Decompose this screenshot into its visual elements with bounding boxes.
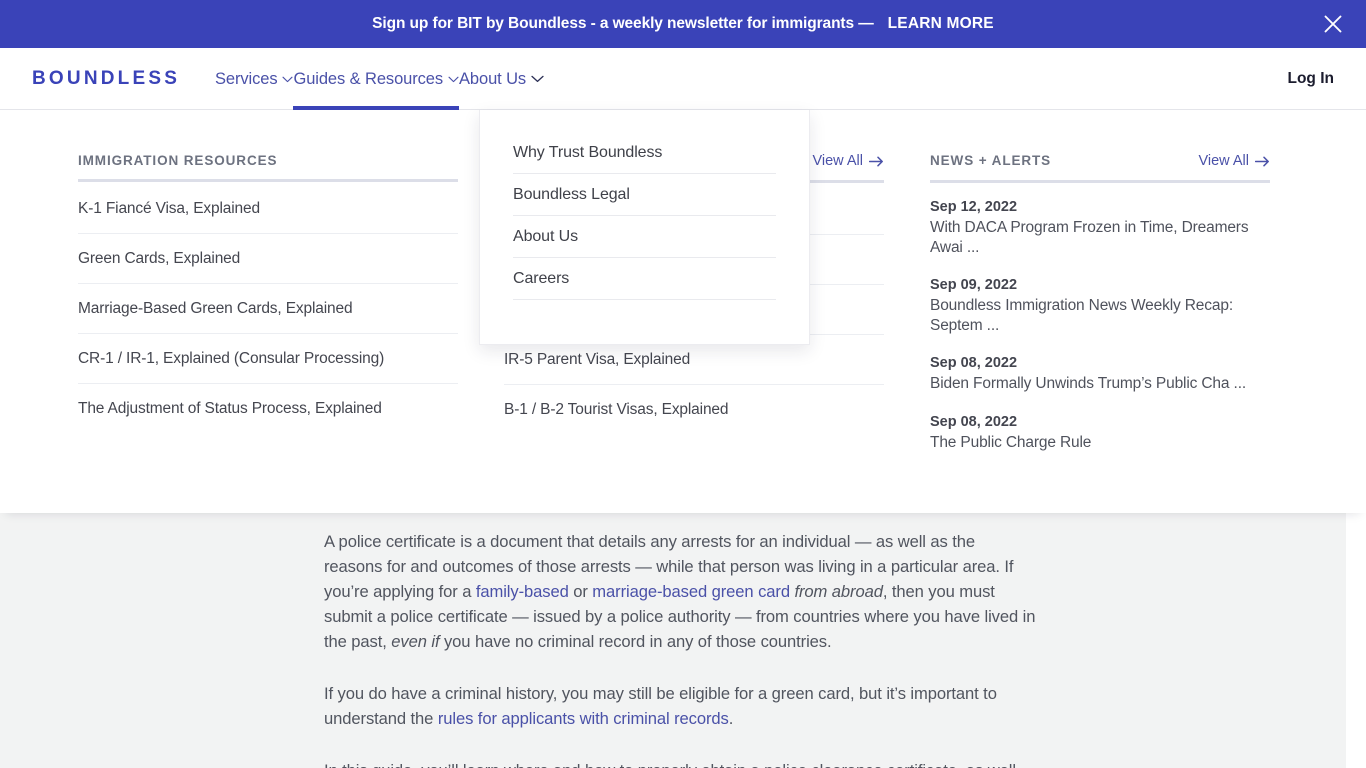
news-date: Sep 08, 2022	[930, 413, 1018, 430]
nav-item-guides-resources[interactable]: Guides & Resources	[293, 48, 459, 110]
nav-label-services: Services	[215, 69, 278, 88]
announcement-learn-more-link[interactable]: LEARN MORE	[888, 15, 994, 33]
view-all-news-label: View All	[1198, 153, 1249, 169]
column-divider	[78, 179, 458, 182]
megamenu-column-news-alerts: NEWS + ALERTS View All Sep 12, 2022 With…	[930, 153, 1270, 458]
column-title-news-alerts: NEWS + ALERTS	[930, 153, 1052, 168]
chevron-down-icon	[448, 76, 459, 83]
article-paragraph-3: In this guide, you’ll learn where and ho…	[324, 758, 1036, 768]
article-paragraph-1: A police certificate is a document that …	[324, 529, 1036, 654]
view-all-link-news[interactable]: View All	[1198, 153, 1270, 169]
nav-label-about-us: About Us	[459, 69, 527, 88]
megamenu-link-adjustment-of-status[interactable]: The Adjustment of Status Process, Explai…	[78, 384, 458, 433]
view-all-label: View All	[812, 153, 863, 169]
about-us-dropdown: Why Trust Boundless Boundless Legal Abou…	[479, 110, 810, 345]
news-headline[interactable]: With DACA Program Frozen in Time, Dreame…	[930, 218, 1270, 257]
megamenu-link-marriage-based-green-cards[interactable]: Marriage-Based Green Cards, Explained	[78, 284, 458, 334]
dropdown-item-boundless-legal[interactable]: Boundless Legal	[513, 174, 776, 216]
chevron-down-icon	[531, 75, 544, 83]
news-headline[interactable]: The Public Charge Rule	[930, 433, 1270, 453]
site-header: BOUNDLESS Services Guides & Resources Ab…	[0, 48, 1366, 110]
megamenu-column-immigration-resources: IMMIGRATION RESOURCES K-1 Fiancé Visa, E…	[78, 153, 458, 458]
nav-label-guides-resources: Guides & Resources	[293, 69, 444, 88]
announcement-banner: Sign up for BIT by Boundless - a weekly …	[0, 0, 1366, 48]
dropdown-item-about-us[interactable]: About Us	[513, 216, 776, 258]
column-title-immigration-resources: IMMIGRATION RESOURCES	[78, 153, 278, 168]
news-list-item[interactable]: Sep 09, 2022 Boundless Immigration News …	[930, 263, 1270, 341]
news-list-item[interactable]: Sep 12, 2022 With DACA Program Frozen in…	[930, 185, 1270, 263]
news-date: Sep 08, 2022	[930, 355, 1018, 372]
announcement-close-button[interactable]	[1320, 11, 1346, 37]
article-body: A police certificate is a document that …	[324, 529, 1036, 768]
page-content-area: A police certificate is a document that …	[0, 513, 1346, 768]
nav-item-about-us[interactable]: About Us	[459, 48, 544, 110]
news-headline[interactable]: Biden Formally Unwinds Trump’s Public Ch…	[930, 374, 1270, 394]
megamenu-link-k1-fiance-visa[interactable]: K-1 Fiancé Visa, Explained	[78, 184, 458, 234]
close-icon	[1324, 15, 1342, 33]
article-p1-emphasis-from-abroad: from abroad	[789, 582, 883, 601]
article-p2-text-b: .	[728, 709, 734, 728]
news-date: Sep 12, 2022	[930, 199, 1018, 215]
article-paragraph-2: If you do have a criminal history, you m…	[324, 681, 1036, 731]
news-list-item[interactable]: Sep 08, 2022 The Public Charge Rule	[930, 400, 1270, 459]
news-list-item[interactable]: Sep 08, 2022 Biden Formally Unwinds Trum…	[930, 341, 1270, 400]
megamenu-column-header: IMMIGRATION RESOURCES	[78, 153, 458, 179]
news-headline[interactable]: Boundless Immigration News Weekly Recap:…	[930, 296, 1270, 335]
dropdown-item-careers[interactable]: Careers	[513, 258, 776, 300]
megamenu-link-b1-b2-tourist-visas[interactable]: B-1 / B-2 Tourist Visas, Explained	[504, 385, 884, 434]
chevron-down-icon	[282, 76, 294, 83]
link-marriage-based-green-card[interactable]: marriage-based green card	[592, 582, 790, 601]
nav-item-services[interactable]: Services	[215, 48, 294, 110]
news-date: Sep 09, 2022	[930, 277, 1018, 294]
news-column-header: NEWS + ALERTS View All	[930, 153, 1270, 180]
log-in-button[interactable]: Log In	[1288, 70, 1335, 88]
link-rules-criminal-records[interactable]: rules for applicants with criminal recor…	[438, 709, 729, 728]
main-navigation: Services Guides & Resources About Us	[215, 48, 544, 110]
boundless-logo[interactable]: BOUNDLESS	[32, 68, 180, 90]
article-p1-emphasis-even-if: even if	[391, 632, 440, 651]
arrow-right-icon	[1255, 156, 1269, 166]
arrow-right-icon	[869, 156, 883, 166]
article-p1-text-b: or	[568, 582, 593, 601]
article-p1-text-d: you have no criminal record in any of th…	[439, 632, 832, 651]
megamenu-link-green-cards[interactable]: Green Cards, Explained	[78, 234, 458, 284]
link-family-based[interactable]: family-based	[476, 582, 569, 601]
news-divider	[930, 180, 1270, 183]
megamenu-link-cr1-ir1[interactable]: CR-1 / IR-1, Explained (Consular Process…	[78, 334, 458, 384]
announcement-text: Sign up for BIT by Boundless - a weekly …	[372, 15, 874, 32]
dropdown-item-why-trust-boundless[interactable]: Why Trust Boundless	[513, 132, 776, 174]
browser-viewport: A police certificate is a document that …	[0, 0, 1366, 768]
view-all-link-resources[interactable]: View All	[812, 153, 884, 169]
